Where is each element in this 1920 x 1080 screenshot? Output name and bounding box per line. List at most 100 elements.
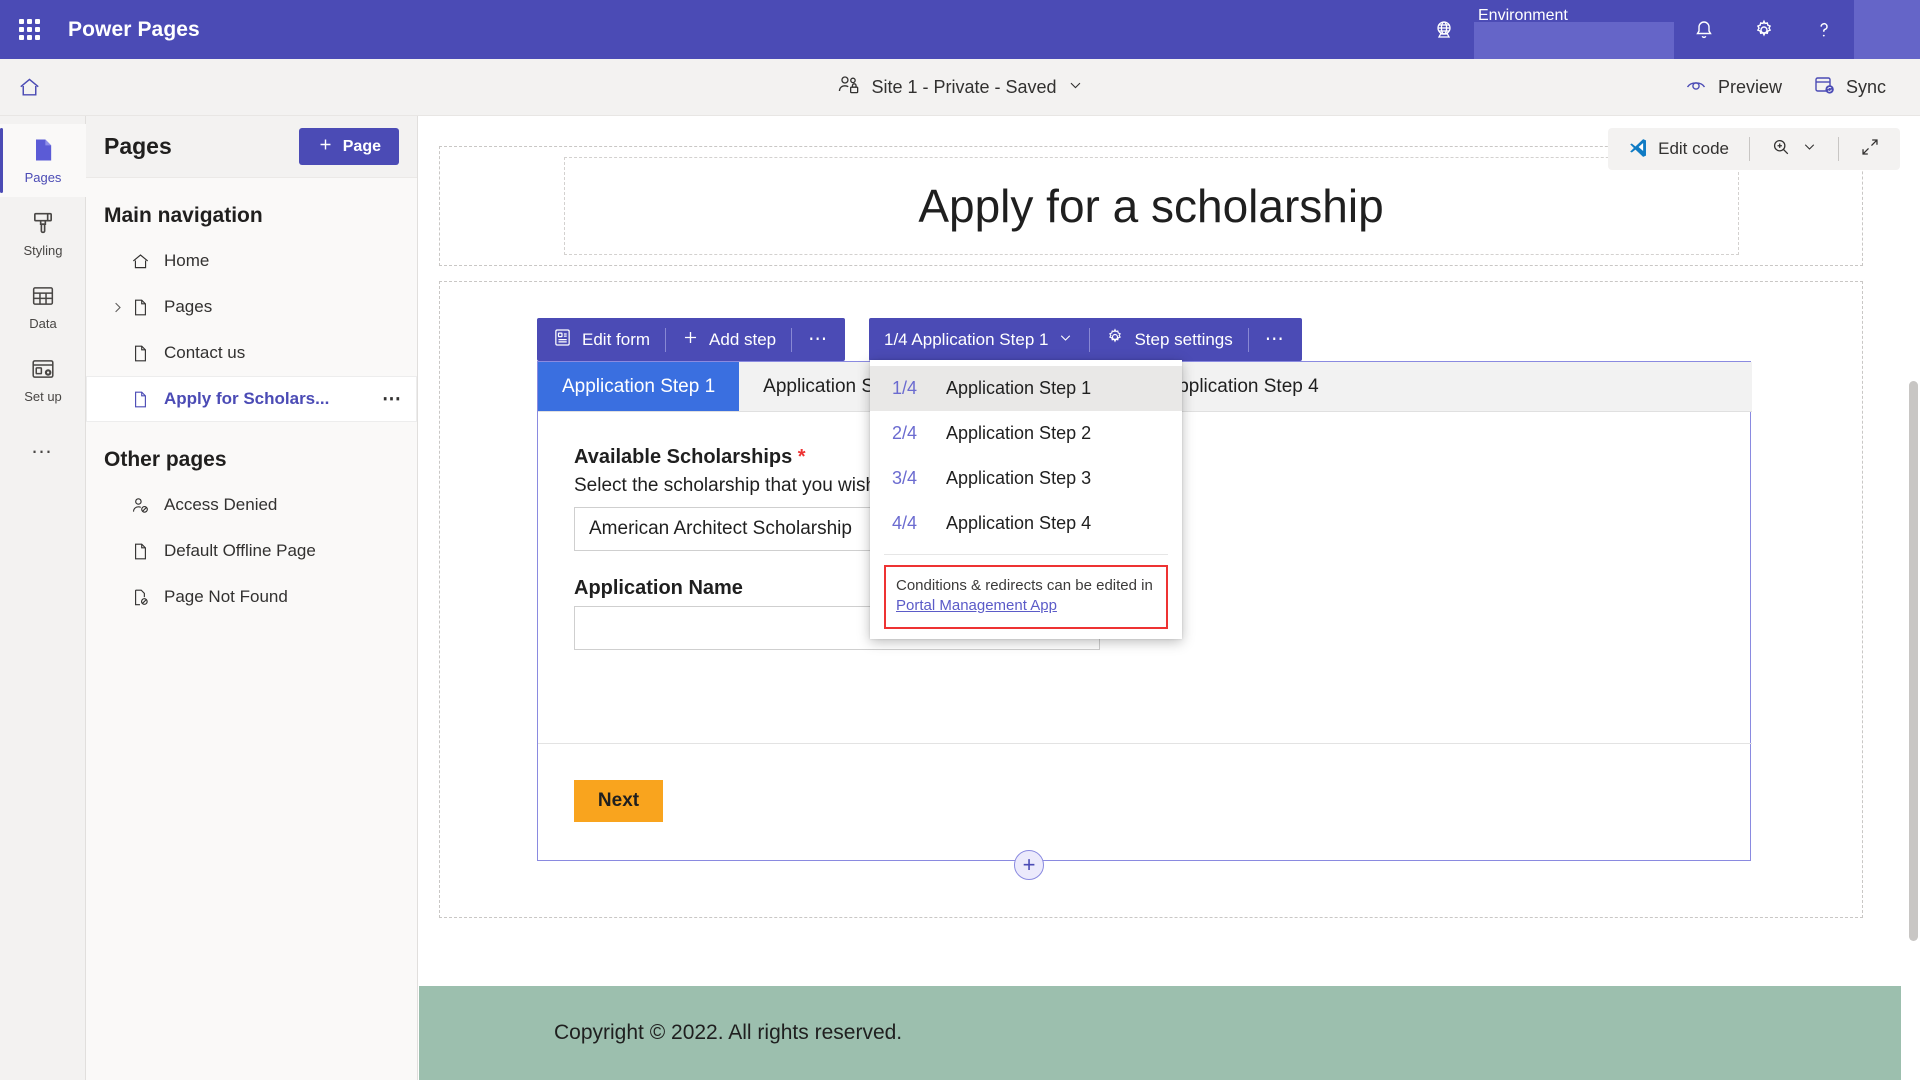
site-status-label: Site 1 - Private - Saved — [871, 76, 1057, 97]
form-divider — [538, 743, 1752, 744]
waffle-grid-icon — [18, 19, 40, 40]
add-step-button[interactable]: Add step — [666, 318, 791, 361]
menu-item-application-step-3[interactable]: 3/4 Application Step 3 — [870, 456, 1182, 501]
nav-item-default-offline-page[interactable]: Default Offline Page — [86, 528, 417, 574]
add-section-button[interactable]: + — [1014, 850, 1044, 880]
add-step-label: Add step — [709, 329, 777, 349]
note-text: Conditions & redirects can be edited in — [896, 577, 1153, 594]
tab-application-step-1[interactable]: Application Step 1 — [538, 362, 740, 411]
form-edit-toolbar: Edit form Add step ⋯ — [537, 318, 846, 361]
step-label: Application Step 2 — [946, 423, 1092, 443]
sidebar-more-button[interactable]: … — [0, 416, 86, 476]
expand-arrows-icon — [1859, 136, 1881, 163]
preview-button[interactable]: Preview — [1672, 65, 1794, 110]
step-label: Application Step 1 — [946, 378, 1092, 398]
nav-item-label: Apply for Scholars... — [164, 389, 330, 408]
sidebar-item-data[interactable]: Data — [0, 270, 86, 343]
app-launcher-button[interactable] — [0, 0, 58, 59]
globe-icon[interactable] — [1414, 0, 1474, 59]
sync-button[interactable]: Sync — [1800, 65, 1898, 110]
sidebar-item-pages[interactable]: Pages — [0, 124, 86, 197]
step-selector-button[interactable]: 1/4 Application Step 1 — [869, 318, 1089, 361]
main-navigation-heading: Main navigation — [104, 204, 263, 227]
gear-icon[interactable] — [1734, 0, 1794, 59]
person-blocked-icon — [130, 495, 164, 516]
zoom-control[interactable] — [1759, 129, 1829, 170]
edit-code-label: Edit code — [1658, 139, 1729, 158]
canvas-scrollbar[interactable] — [1909, 256, 1918, 1016]
file-icon — [130, 389, 164, 410]
footer-copyright: Copyright © 2022. All rights reserved. — [554, 1021, 903, 1044]
page-footer[interactable]: Copyright © 2022. All rights reserved. — [419, 986, 1901, 1080]
sidebar-item-styling[interactable]: Styling — [0, 197, 86, 270]
left-rail: Pages Styling Data Set up … — [0, 116, 86, 1080]
fullscreen-button[interactable] — [1848, 129, 1892, 170]
canvas-scrollbar-thumb[interactable] — [1909, 381, 1918, 941]
site-status-button[interactable]: Site 1 - Private - Saved — [825, 67, 1094, 108]
paintbrush-icon — [29, 209, 57, 240]
step-label: Application Step 3 — [946, 468, 1092, 488]
bell-icon[interactable] — [1674, 0, 1734, 59]
sync-label: Sync — [1845, 76, 1886, 97]
home-icon[interactable] — [0, 59, 58, 116]
nav-item-home[interactable]: Home — [86, 238, 417, 284]
add-page-button[interactable]: Page — [298, 128, 399, 165]
main-navigation-list: Home Pages Contact us Apply for Scholars… — [86, 238, 417, 422]
field-label-text: Available Scholarships — [574, 446, 793, 468]
sidebar-item-label: Set up — [24, 389, 62, 404]
step-number: 3/4 — [892, 468, 918, 488]
hero-title-block[interactable]: Apply for a scholarship — [563, 157, 1739, 255]
sync-icon — [1812, 73, 1836, 102]
question-mark-icon[interactable] — [1794, 0, 1854, 59]
file-blocked-icon — [130, 587, 164, 608]
edit-code-button[interactable]: Edit code — [1616, 129, 1740, 170]
sidebar-item-label: Styling — [23, 243, 63, 258]
environment-picker[interactable]: Environment — [1474, 0, 1674, 59]
nav-item-label: Home — [164, 251, 210, 270]
step-number: 1/4 — [892, 378, 918, 398]
menu-item-application-step-4[interactable]: 4/4 Application Step 4 — [870, 501, 1182, 546]
home-outline-icon — [130, 251, 164, 272]
command-bar-actions: Preview Sync — [1672, 65, 1920, 110]
page-canvas: Apply for a scholarship Application Step… — [419, 116, 1920, 1080]
pages-panel: Pages Page Main navigation Home Pages Co… — [86, 116, 418, 1080]
toolbar-separator — [1749, 137, 1750, 161]
nav-item-access-denied[interactable]: Access Denied — [86, 482, 417, 528]
step-settings-button[interactable]: Step settings — [1090, 318, 1247, 361]
nav-item-overflow-button[interactable]: ⋯ — [382, 388, 403, 411]
pages-panel-header: Pages Page — [86, 116, 417, 178]
suite-header-right: Environment — [1414, 0, 1920, 59]
nav-item-contact-us[interactable]: Contact us — [86, 330, 417, 376]
form-toolbar-overflow-button[interactable]: ⋯ — [792, 328, 845, 351]
field-label-text: Application Name — [574, 577, 743, 599]
environment-value-redacted — [1474, 22, 1674, 59]
toolbar-separator — [1838, 137, 1839, 161]
step-number: 4/4 — [892, 513, 918, 533]
chevron-down-icon — [1801, 138, 1818, 160]
hero-title: Apply for a scholarship — [918, 180, 1384, 232]
gear-icon — [1105, 327, 1125, 352]
menu-item-application-step-2[interactable]: 2/4 Application Step 2 — [870, 411, 1182, 456]
nav-item-label: Default Offline Page — [164, 541, 316, 560]
sidebar-item-setup[interactable]: Set up — [0, 343, 86, 416]
portal-management-app-link[interactable]: Portal Management App — [896, 596, 1156, 616]
preview-label: Preview — [1717, 76, 1782, 97]
file-icon — [130, 541, 164, 562]
conditions-redirects-note: Conditions & redirects can be edited in … — [884, 565, 1168, 629]
table-icon — [29, 282, 57, 313]
suite-header: Power Pages Environment — [0, 0, 1920, 59]
nav-item-pages[interactable]: Pages — [86, 284, 417, 330]
next-button[interactable]: Next — [574, 780, 663, 822]
canvas-toolbar: Edit code — [1608, 128, 1900, 170]
nav-item-apply-for-scholarship[interactable]: Apply for Scholars... ⋯ — [86, 376, 417, 422]
step-toolbar-overflow-button[interactable]: ⋯ — [1249, 328, 1302, 351]
chevron-down-icon — [1067, 76, 1085, 99]
chevron-right-icon[interactable] — [104, 300, 130, 315]
nav-item-label: Page Not Found — [164, 587, 288, 606]
edit-form-button[interactable]: Edit form — [537, 318, 665, 361]
sidebar-item-label: Pages — [24, 170, 62, 185]
avatar[interactable] — [1854, 0, 1920, 59]
menu-item-application-step-1[interactable]: 1/4 Application Step 1 — [870, 366, 1182, 411]
nav-item-page-not-found[interactable]: Page Not Found — [86, 574, 417, 620]
app-title: Power Pages — [68, 17, 200, 41]
